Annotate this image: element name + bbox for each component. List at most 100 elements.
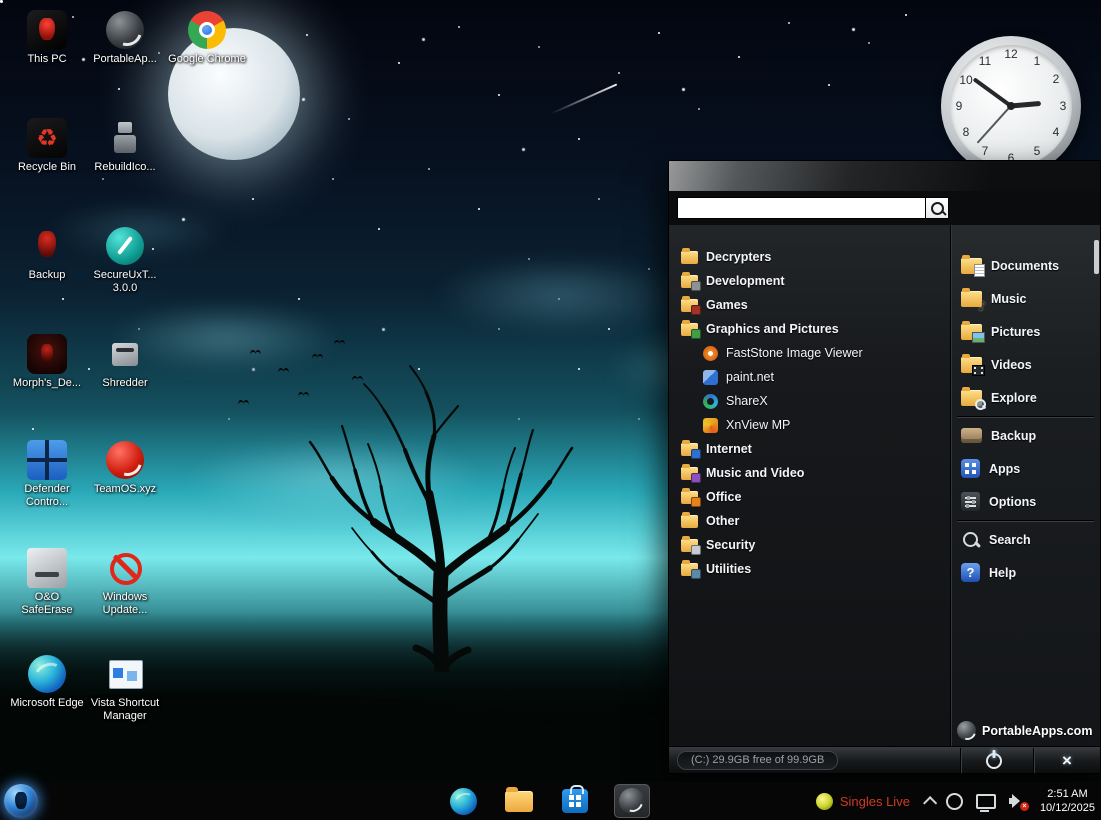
desktop-icon-oo-safeerase[interactable]: O&O SafeErase xyxy=(8,548,86,617)
menu-category-music-and-video[interactable]: Music and Video xyxy=(669,461,950,485)
clock-number: 3 xyxy=(1059,99,1067,113)
photo-emblem-icon xyxy=(972,331,985,343)
menu-item-pictures[interactable]: Pictures xyxy=(951,315,1100,348)
menu-item-documents[interactable]: Documents xyxy=(951,249,1100,282)
menu-item-apps[interactable]: Apps xyxy=(951,452,1100,485)
menu-item-label: Help xyxy=(989,565,1017,580)
menu-category-games[interactable]: Games xyxy=(669,293,950,317)
menu-item-music[interactable]: ♪ Music xyxy=(951,282,1100,315)
shredder-icon xyxy=(105,334,145,374)
desktop-icon-defender-control[interactable]: Defender Contro... xyxy=(8,440,86,509)
desktop-icon-label: Backup xyxy=(28,269,66,281)
rebuild-icons-icon xyxy=(105,118,145,158)
menu-item-help[interactable]: ? Help xyxy=(951,556,1100,589)
desktop-icon-rebuildico[interactable]: RebuildIco... xyxy=(86,118,164,174)
tree-silhouette xyxy=(308,365,574,672)
menu-title-bar[interactable] xyxy=(669,161,1100,191)
folder-icon xyxy=(681,487,701,507)
search-icon xyxy=(930,201,944,215)
magnifier-emblem-icon xyxy=(975,398,986,410)
explore-folder-icon xyxy=(961,386,986,410)
recycle-bin-icon: ♻ xyxy=(27,118,67,158)
desktop-icon-portableapps[interactable]: PortableAp... xyxy=(86,10,164,66)
search-button[interactable] xyxy=(925,197,949,219)
menu-app-paintnet[interactable]: paint.net xyxy=(669,365,950,389)
folder-icon xyxy=(681,247,698,264)
network-icon[interactable] xyxy=(975,793,996,812)
desktop-icon-teamos[interactable]: TeamOS.xyz xyxy=(86,440,164,496)
clock-number: 1 xyxy=(1033,54,1041,68)
bird-silhouette xyxy=(278,366,291,372)
recycle-glyph: ♻ xyxy=(36,124,58,152)
menu-category-graphics-and-pictures[interactable]: Graphics and Pictures xyxy=(669,317,950,341)
start-button[interactable] xyxy=(4,784,38,818)
menu-item-options[interactable]: Options xyxy=(951,485,1100,518)
desktop-icon-backup[interactable]: Backup xyxy=(8,226,86,282)
clock-number: 5 xyxy=(1033,144,1041,158)
menu-category-decrypters[interactable]: Decrypters xyxy=(669,245,950,269)
bird-silhouette xyxy=(238,398,251,404)
clock-hub xyxy=(1007,102,1015,110)
app-category-list: Decrypters Development Games Graphics an… xyxy=(669,225,950,747)
desktop-icon-vista-shortcut-manager[interactable]: Vista Shortcut Manager xyxy=(86,654,164,723)
tray-app-circle-icon[interactable] xyxy=(945,792,963,810)
menu-category-security[interactable]: Security xyxy=(669,533,950,557)
desktop-icon-label: Defender Contro... xyxy=(24,483,70,508)
morphs-icon xyxy=(27,334,67,374)
taskbar-file-explorer-button[interactable] xyxy=(502,784,536,818)
menu-category-other[interactable]: Other xyxy=(669,509,950,533)
menu-category-internet[interactable]: Internet xyxy=(669,437,950,461)
hidden-icons-chevron-icon[interactable] xyxy=(922,796,938,811)
menu-item-explore[interactable]: Explore xyxy=(951,381,1100,414)
menu-category-development[interactable]: Development xyxy=(669,269,950,293)
desktop-icon-microsoft-edge[interactable]: Microsoft Edge xyxy=(8,654,86,710)
menu-item-videos[interactable]: Videos xyxy=(951,348,1100,381)
menu-close-button[interactable]: × xyxy=(1033,748,1100,773)
menu-app-sharex[interactable]: ShareX xyxy=(669,389,950,413)
tray-time: 2:51 AM xyxy=(1047,788,1088,800)
portableapps-icon xyxy=(619,788,645,814)
desktop-icon-shredder[interactable]: Shredder xyxy=(86,334,164,390)
taskbar-store-button[interactable] xyxy=(558,784,592,818)
desktop-icon-secureux[interactable]: SecureUxT... 3.0.0 xyxy=(86,226,164,295)
tray-date: 10/12/2025 xyxy=(1039,802,1095,814)
menu-item-backup[interactable]: Backup xyxy=(951,419,1100,452)
menu-app-faststone[interactable]: FastStone Image Viewer xyxy=(669,341,950,365)
portableapps-brand-link[interactable]: PortableApps.com xyxy=(957,721,1092,740)
portableapps-menu-window: Decrypters Development Games Graphics an… xyxy=(668,160,1101,774)
clock-widget[interactable]: 12 1 2 3 4 5 6 7 8 9 10 11 xyxy=(941,36,1081,176)
taskbar-portableapps-button[interactable] xyxy=(614,784,650,818)
menu-item-label: ShareX xyxy=(726,394,768,408)
portableapps-logo-icon xyxy=(957,721,976,740)
menu-item-search[interactable]: Search xyxy=(951,523,1100,556)
singles-live-icon xyxy=(815,792,833,810)
folder-icon xyxy=(681,271,701,291)
folder-icon xyxy=(681,319,701,339)
menu-category-office[interactable]: Office xyxy=(669,485,950,509)
menu-item-label: Apps xyxy=(989,461,1021,476)
clock-number: 7 xyxy=(981,144,989,158)
taskbar-pinned-icons xyxy=(446,782,650,820)
desktop-icon-google-chrome[interactable]: Google Chrome xyxy=(168,10,246,66)
search-input[interactable] xyxy=(677,197,925,219)
desktop-icon-windows-update[interactable]: Windows Update... xyxy=(86,548,164,617)
desktop-icon-morphs[interactable]: Morph's_De... xyxy=(8,334,86,390)
menu-item-label: Games xyxy=(706,298,748,312)
taskbar-edge-button[interactable] xyxy=(446,784,480,818)
folder-icon xyxy=(681,511,698,528)
clock-number: 2 xyxy=(1052,72,1060,86)
tray-clock[interactable]: 2:51 AM 10/12/2025 xyxy=(1040,787,1095,815)
power-button[interactable] xyxy=(960,748,1027,773)
menu-item-label: Music xyxy=(991,291,1027,306)
power-icon xyxy=(986,752,1002,769)
desktop-icon-recycle-bin[interactable]: ♻ Recycle Bin xyxy=(8,118,86,174)
menu-scrollbar-thumb[interactable] xyxy=(1094,240,1099,274)
menu-category-utilities[interactable]: Utilities xyxy=(669,557,950,581)
menu-item-label: Graphics and Pictures xyxy=(706,322,839,336)
volume-muted-icon[interactable]: × xyxy=(1008,793,1029,811)
desktop-icon-this-pc[interactable]: This PC xyxy=(8,10,86,66)
tray-singles-live[interactable]: Singles Live xyxy=(815,792,910,810)
chrome-icon xyxy=(188,11,226,49)
menu-app-xnview[interactable]: XnView MP xyxy=(669,413,950,437)
taskbar: Singles Live × 2:51 AM 10/12/2025 xyxy=(0,782,1101,820)
